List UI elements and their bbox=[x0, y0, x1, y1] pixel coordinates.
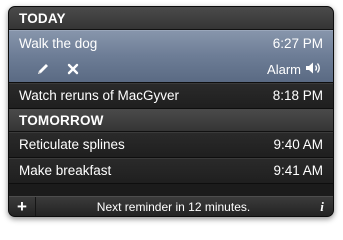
footer-bar: + Next reminder in 12 minutes. i bbox=[9, 196, 333, 216]
reminder-title: Walk the dog bbox=[19, 35, 98, 51]
reminder-time: 8:18 PM bbox=[272, 88, 323, 103]
reminder-row-reticulate-splines[interactable]: Reticulate splines 9:40 AM bbox=[9, 132, 333, 158]
alarm-toggle[interactable]: Alarm bbox=[267, 61, 323, 78]
reminder-time: 9:40 AM bbox=[273, 137, 323, 152]
reminder-time: 6:27 PM bbox=[272, 35, 323, 51]
reminder-row-watch-reruns[interactable]: Watch reruns of MacGyver 8:18 PM bbox=[9, 83, 333, 109]
section-header-tomorrow: TOMORROW bbox=[9, 109, 333, 132]
section-header-today: TODAY bbox=[9, 7, 333, 30]
reminder-title: Make breakfast bbox=[19, 163, 112, 178]
reminder-time: 9:41 AM bbox=[273, 163, 323, 178]
reminder-row-make-breakfast[interactable]: Make breakfast 9:41 AM bbox=[9, 158, 333, 184]
speaker-icon bbox=[305, 61, 323, 78]
reminders-panel: TODAY Walk the dog 6:27 PM Alarm Watch r… bbox=[8, 6, 334, 217]
info-button[interactable]: i bbox=[311, 199, 333, 215]
next-reminder-status: Next reminder in 12 minutes. bbox=[96, 199, 251, 214]
close-icon[interactable] bbox=[65, 61, 81, 77]
edit-tools bbox=[19, 61, 81, 77]
reminder-title: Watch reruns of MacGyver bbox=[19, 88, 180, 103]
reminder-title: Reticulate splines bbox=[19, 137, 125, 152]
reminder-edit-bar: Alarm bbox=[9, 56, 333, 83]
pencil-icon[interactable] bbox=[35, 61, 51, 77]
add-reminder-button[interactable]: + bbox=[9, 197, 36, 216]
reminder-row-walk-the-dog[interactable]: Walk the dog 6:27 PM bbox=[9, 30, 333, 56]
alarm-label: Alarm bbox=[267, 61, 301, 77]
